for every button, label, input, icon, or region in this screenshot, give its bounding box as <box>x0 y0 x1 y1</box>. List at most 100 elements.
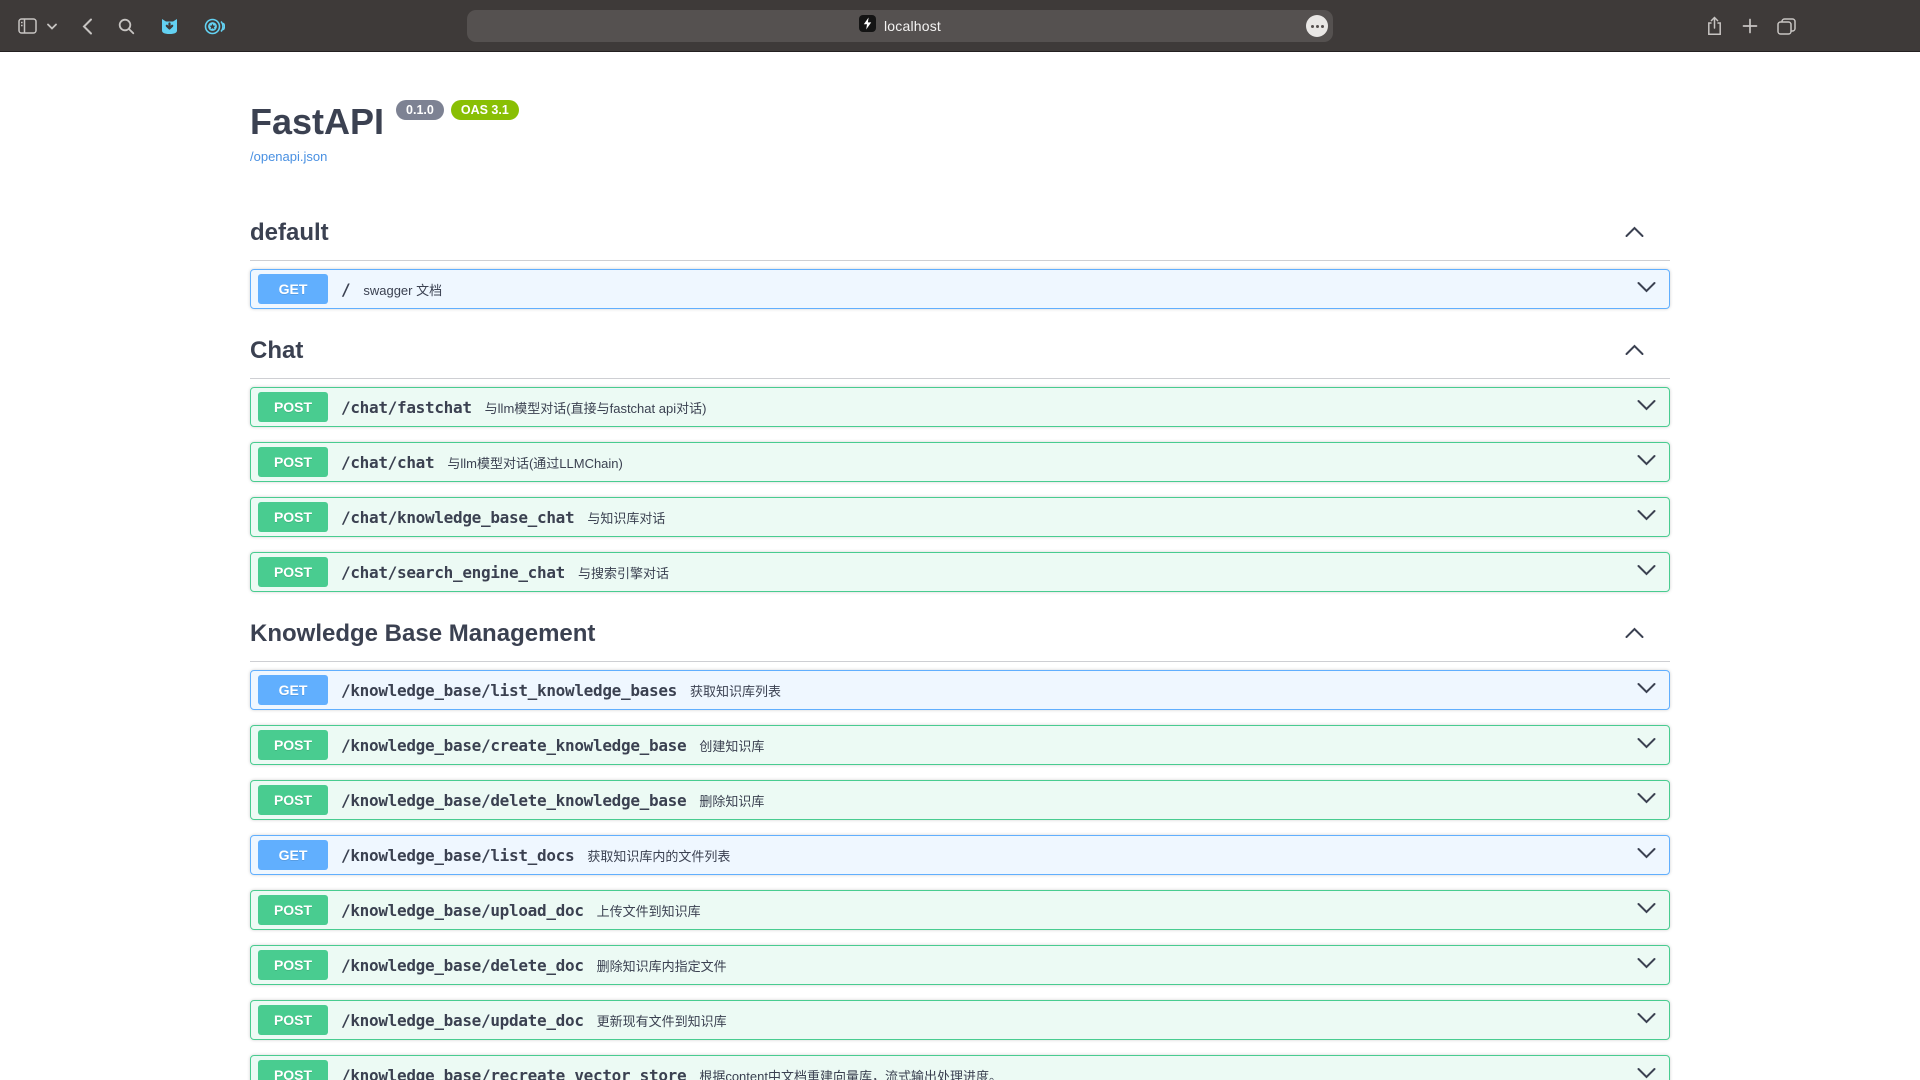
chevron-down-icon <box>1636 793 1657 808</box>
operation-expand-button[interactable] <box>1634 399 1659 415</box>
operation-description: 上传文件到知识库 <box>597 901 701 920</box>
api-title: FastAPI <box>250 102 384 142</box>
operation-expand-button[interactable] <box>1634 281 1659 297</box>
operation-row[interactable]: GET /knowledge_base/list_knowledge_bases… <box>250 670 1670 710</box>
openapi-spec-link[interactable]: /openapi.json <box>250 149 327 164</box>
share-icon <box>1706 16 1723 36</box>
operation-description: 创建知识库 <box>699 736 764 755</box>
operation-expand-button[interactable] <box>1634 902 1659 918</box>
chevron-down-icon <box>1636 683 1657 698</box>
operation-row[interactable]: POST /knowledge_base/delete_knowledge_ba… <box>250 780 1670 820</box>
operation-row[interactable]: POST /chat/fastchat 与llm模型对话(直接与fastchat… <box>250 387 1670 427</box>
operation-path: /chat/chat <box>341 453 434 472</box>
section-rows: GET / swagger 文档 <box>250 261 1670 309</box>
operation-description: 更新现有文件到知识库 <box>597 1011 727 1030</box>
version-badge: 0.1.0 <box>396 100 444 120</box>
section-title: Chat <box>250 338 303 364</box>
site-favicon-icon <box>859 15 876 37</box>
extension-ripple-button[interactable] <box>202 15 227 38</box>
operation-description: 与llm模型对话(通过LLMChain) <box>447 453 623 472</box>
tabs-overview-icon <box>1777 18 1796 35</box>
operation-path: /knowledge_base/upload_doc <box>341 901 584 920</box>
section-rows: POST /chat/fastchat 与llm模型对话(直接与fastchat… <box>250 379 1670 592</box>
ripple-star-extension-icon <box>204 17 225 36</box>
section-header[interactable]: default <box>250 206 1670 261</box>
operation-path: /knowledge_base/update_doc <box>341 1011 584 1030</box>
operation-expand-button[interactable] <box>1634 847 1659 863</box>
operation-expand-button[interactable] <box>1634 682 1659 698</box>
method-badge: POST <box>258 557 328 587</box>
operation-description: 与搜索引擎对话 <box>578 563 669 582</box>
shield-download-extension-icon <box>160 17 179 36</box>
operation-expand-button[interactable] <box>1634 509 1659 525</box>
chevron-down-icon <box>1636 510 1657 525</box>
method-badge: POST <box>258 895 328 925</box>
extension-shield-button[interactable] <box>158 15 181 38</box>
operation-path: /knowledge_base/recreate_vector_store <box>341 1066 686 1080</box>
api-title-row: FastAPI 0.1.0 OAS 3.1 <box>250 102 1670 142</box>
section-collapse-button[interactable] <box>1624 626 1645 642</box>
operation-path: /knowledge_base/delete_doc <box>341 956 584 975</box>
api-info: FastAPI 0.1.0 OAS 3.1 /openapi.json <box>250 102 1670 166</box>
method-badge: POST <box>258 1060 328 1080</box>
operation-expand-button[interactable] <box>1634 792 1659 808</box>
section-collapse-button[interactable] <box>1624 225 1645 241</box>
operation-expand-button[interactable] <box>1634 957 1659 973</box>
section-header[interactable]: Knowledge Base Management <box>250 607 1670 662</box>
operation-description: swagger 文档 <box>363 280 442 299</box>
operation-expand-button[interactable] <box>1634 1012 1659 1028</box>
sidebar-options-button[interactable] <box>45 21 59 32</box>
operation-path: /knowledge_base/list_knowledge_bases <box>341 681 677 700</box>
sections: default GET / swagger 文档 Chat <box>250 206 1670 1080</box>
operation-row[interactable]: GET / swagger 文档 <box>250 269 1670 309</box>
operation-row[interactable]: POST /knowledge_base/update_doc 更新现有文件到知… <box>250 1000 1670 1040</box>
chevron-down-icon <box>47 23 57 30</box>
section-title: Knowledge Base Management <box>250 621 595 647</box>
search-button[interactable] <box>116 16 137 37</box>
operation-row[interactable]: POST /chat/search_engine_chat 与搜索引擎对话 <box>250 552 1670 592</box>
method-badge: GET <box>258 675 328 705</box>
operation-expand-button[interactable] <box>1634 1067 1659 1080</box>
operation-description: 删除知识库 <box>699 791 764 810</box>
method-badge: POST <box>258 1005 328 1035</box>
operation-row[interactable]: POST /knowledge_base/create_knowledge_ba… <box>250 725 1670 765</box>
section-rows: GET /knowledge_base/list_knowledge_bases… <box>250 662 1670 1080</box>
url-text: localhost <box>884 18 941 34</box>
operation-description: 获取知识库内的文件列表 <box>587 846 730 865</box>
back-button[interactable] <box>80 16 95 37</box>
share-button[interactable] <box>1704 14 1725 38</box>
operation-row[interactable]: POST /knowledge_base/delete_doc 删除知识库内指定… <box>250 945 1670 985</box>
operation-description: 根据content中文档重建向量库，流式输出处理进度。 <box>699 1066 1002 1080</box>
operation-expand-button[interactable] <box>1634 737 1659 753</box>
chevron-down-icon <box>1636 455 1657 470</box>
plus-icon <box>1742 18 1758 34</box>
operation-row[interactable]: POST /knowledge_base/upload_doc 上传文件到知识库 <box>250 890 1670 930</box>
chevron-up-icon <box>1624 344 1645 359</box>
browser-toolbar: localhost <box>0 0 1920 52</box>
method-badge: POST <box>258 502 328 532</box>
chevron-down-icon <box>1636 1068 1657 1080</box>
section-collapse-button[interactable] <box>1624 343 1645 359</box>
new-tab-button[interactable] <box>1740 16 1760 36</box>
operation-expand-button[interactable] <box>1634 564 1659 580</box>
tab-overview-button[interactable] <box>1775 16 1798 37</box>
swagger-page: FastAPI 0.1.0 OAS 3.1 /openapi.json defa… <box>0 52 1920 1080</box>
method-badge: POST <box>258 447 328 477</box>
page-options-button[interactable] <box>1306 15 1328 37</box>
method-badge: GET <box>258 274 328 304</box>
operation-expand-button[interactable] <box>1634 454 1659 470</box>
operation-path: /chat/search_engine_chat <box>341 563 565 582</box>
operation-row[interactable]: POST /chat/knowledge_base_chat 与知识库对话 <box>250 497 1670 537</box>
chevron-down-icon <box>1636 400 1657 415</box>
chevron-up-icon <box>1624 226 1645 241</box>
search-icon <box>118 18 135 35</box>
sidebar-toggle-button[interactable] <box>16 16 39 36</box>
chevron-down-icon <box>1636 565 1657 580</box>
section-header[interactable]: Chat <box>250 324 1670 379</box>
operation-path: / <box>341 280 350 299</box>
operation-row[interactable]: POST /knowledge_base/recreate_vector_sto… <box>250 1055 1670 1080</box>
operation-row[interactable]: POST /chat/chat 与llm模型对话(通过LLMChain) <box>250 442 1670 482</box>
operation-description: 与llm模型对话(直接与fastchat api对话) <box>485 398 707 417</box>
address-bar[interactable]: localhost <box>467 10 1333 42</box>
operation-row[interactable]: GET /knowledge_base/list_docs 获取知识库内的文件列… <box>250 835 1670 875</box>
